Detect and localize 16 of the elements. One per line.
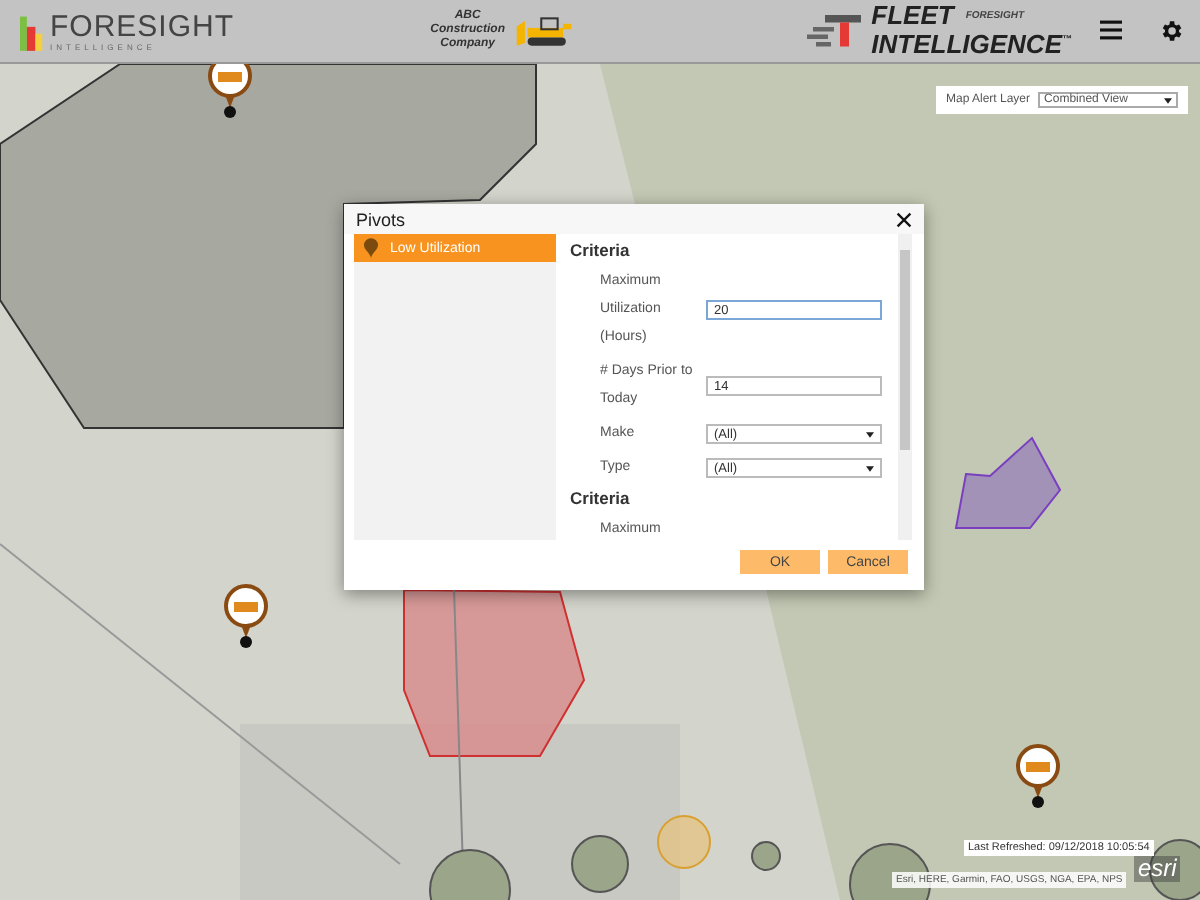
menu-icon[interactable]: [1100, 20, 1122, 41]
bar-chart-logo-icon: [20, 11, 44, 51]
dropdown-caret-icon: [1164, 97, 1173, 103]
scrollbar[interactable]: [898, 234, 912, 540]
speed-lines-logo-icon: [803, 10, 864, 51]
settings-icon[interactable]: [1158, 17, 1184, 44]
section-heading: Criteria: [570, 240, 632, 260]
esri-logo: esri: [1134, 856, 1181, 882]
logo-text: FORESIGHT: [50, 11, 235, 41]
map-pin-icon: [364, 238, 378, 258]
dropdown-caret-icon: [866, 465, 874, 471]
section-heading: Criteria: [570, 488, 632, 508]
dropdown-caret-icon: [866, 431, 874, 437]
bulldozer-icon: [513, 13, 573, 49]
dialog-title: Pivots: [356, 210, 406, 230]
close-icon[interactable]: [896, 212, 912, 228]
